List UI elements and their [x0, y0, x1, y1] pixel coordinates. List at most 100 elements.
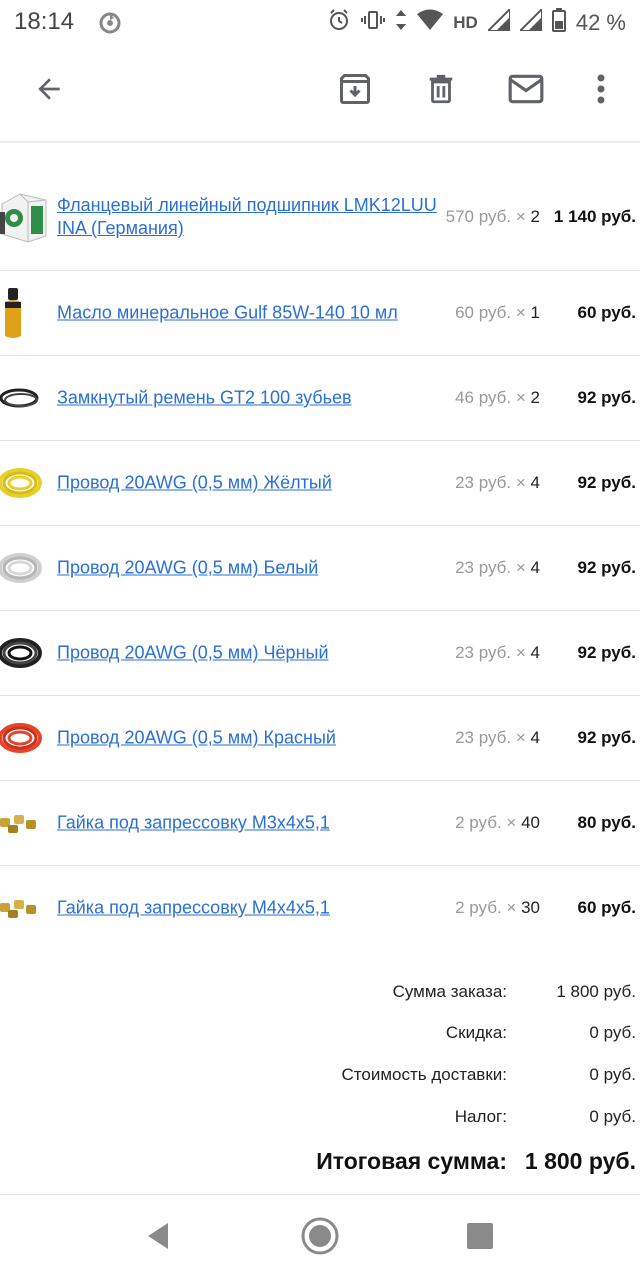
product-thumbnail[interactable]	[0, 881, 48, 935]
nav-recents-button[interactable]	[458, 1216, 502, 1260]
arrow-back-icon	[33, 73, 65, 110]
quantity: 4	[530, 643, 540, 662]
delete-button[interactable]	[416, 66, 466, 116]
unit-price: 23 руб.	[455, 473, 512, 492]
system-nav-bar	[0, 1196, 640, 1280]
quantity: 1	[530, 303, 540, 322]
quantity: 4	[530, 473, 540, 492]
product-thumbnail[interactable]	[0, 541, 48, 595]
list-item: Провод 20AWG (0,5 мм) Белый 23 руб. × 4 …	[0, 526, 640, 611]
more-button[interactable]	[576, 66, 626, 116]
product-thumbnail[interactable]	[0, 626, 48, 680]
subtotal-label: Сумма заказа:	[392, 982, 507, 1001]
product-thumbnail[interactable]	[0, 796, 48, 850]
unit-price: 570 руб.	[445, 207, 512, 226]
discount-value: 0 руб.	[589, 1023, 636, 1042]
unit-price-quantity: 2 руб. × 40	[438, 813, 540, 833]
product-link[interactable]: Фланцевый линейный подшипник LMK12LUU IN…	[57, 194, 437, 240]
times-sign: ×	[515, 473, 526, 492]
grand-total-value: 1 800 руб.	[524, 1148, 636, 1174]
discount-label: Скидка:	[445, 1023, 507, 1042]
quantity: 4	[530, 728, 540, 747]
status-time: 18:14	[14, 8, 75, 35]
toolbar	[0, 44, 640, 143]
times-sign: ×	[506, 898, 517, 917]
product-link[interactable]: Гайка под запрессовку М3х4х5,1	[57, 812, 437, 835]
times-sign: ×	[515, 303, 526, 322]
product-link[interactable]: Провод 20AWG (0,5 мм) Красный	[57, 727, 437, 750]
unit-price-quantity: 2 руб. × 30	[438, 898, 540, 918]
quantity: 30	[521, 898, 540, 917]
shipping-value: 0 руб.	[589, 1065, 636, 1084]
list-item: Гайка под запрессовку М4х4х5,1 2 руб. × …	[0, 866, 640, 950]
product-link[interactable]: Провод 20AWG (0,5 мм) Жёлтый	[57, 472, 437, 495]
line-total: 80 руб.	[577, 813, 636, 832]
product-link[interactable]: Гайка под запрессовку М4х4х5,1	[57, 897, 437, 920]
product-thumbnail[interactable]	[0, 286, 48, 340]
mail-button[interactable]	[501, 66, 551, 116]
unit-price: 2 руб.	[455, 898, 502, 917]
order-items: Фланцевый линейный подшипник LMK12LUU IN…	[0, 164, 640, 950]
archive-button[interactable]	[330, 66, 380, 116]
product-link[interactable]: Масло минеральное Gulf 85W-140 10 мл	[57, 302, 437, 325]
line-total: 92 руб.	[577, 558, 636, 577]
grand-total-row: Итоговая сумма: 1 800 руб.	[0, 1146, 640, 1186]
tax-label: Налог:	[454, 1107, 507, 1126]
product-thumbnail[interactable]	[0, 190, 48, 244]
product-link[interactable]: Провод 20AWG (0,5 мм) Чёрный	[57, 642, 437, 665]
line-total: 92 руб.	[577, 728, 636, 747]
times-sign: ×	[515, 728, 526, 747]
times-sign: ×	[515, 558, 526, 577]
shipping-row: Стоимость доставки: 0 руб.	[0, 1059, 640, 1095]
status-icons: HD 42 %	[327, 6, 626, 38]
product-thumbnail[interactable]	[0, 456, 48, 510]
product-thumbnail[interactable]	[0, 371, 48, 425]
line-total: 92 руб.	[577, 643, 636, 662]
list-item: Замкнутый ремень GT2 100 зубьев 46 руб. …	[0, 356, 640, 441]
grand-total-label: Итоговая сумма:	[316, 1148, 507, 1174]
product-thumbnail[interactable]	[0, 711, 48, 765]
delete-icon	[424, 71, 458, 112]
list-item: Провод 20AWG (0,5 мм) Жёлтый 23 руб. × 4…	[0, 441, 640, 526]
unit-price-quantity: 46 руб. × 2	[438, 388, 540, 408]
unit-price-quantity: 23 руб. × 4	[438, 558, 540, 578]
times-sign: ×	[515, 207, 526, 226]
unit-price-quantity: 23 руб. × 4	[438, 643, 540, 663]
times-sign: ×	[515, 388, 526, 407]
unit-price: 23 руб.	[455, 643, 512, 662]
nav-home-button[interactable]	[298, 1216, 342, 1260]
unit-price: 2 руб.	[455, 813, 502, 832]
unit-price-quantity: 23 руб. × 4	[438, 473, 540, 493]
line-total: 92 руб.	[577, 388, 636, 407]
times-sign: ×	[506, 813, 517, 832]
archive-icon	[337, 71, 373, 112]
product-link[interactable]: Замкнутый ремень GT2 100 зубьев	[57, 387, 437, 410]
status-bar: 18:14 HD 42 %	[0, 0, 640, 44]
list-item: Гайка под запрессовку М3х4х5,1 2 руб. × …	[0, 781, 640, 866]
line-total: 92 руб.	[577, 473, 636, 492]
battery-icon	[551, 8, 566, 38]
quantity: 40	[521, 813, 540, 832]
order-summary: Сумма заказа: 1 800 руб. Скидка: 0 руб. …	[0, 976, 640, 1137]
product-link[interactable]: Провод 20AWG (0,5 мм) Белый	[57, 557, 437, 580]
unit-price-quantity: 23 руб. × 4	[438, 728, 540, 748]
list-item: Провод 20AWG (0,5 мм) Красный 23 руб. × …	[0, 696, 640, 781]
nav-back-button[interactable]	[136, 1216, 180, 1260]
list-item: Провод 20AWG (0,5 мм) Чёрный 23 руб. × 4…	[0, 611, 640, 696]
alarm-icon	[327, 8, 351, 38]
data-arrows-icon	[395, 8, 407, 38]
unit-price-quantity: 570 руб. × 2	[438, 207, 540, 227]
recents-square-icon	[466, 1222, 494, 1255]
divider	[0, 1194, 640, 1195]
line-total: 60 руб.	[577, 303, 636, 322]
shipping-label: Стоимость доставки:	[341, 1065, 507, 1084]
back-triangle-icon	[144, 1221, 172, 1256]
back-button[interactable]	[24, 66, 74, 116]
quantity: 4	[530, 558, 540, 577]
unit-price: 23 руб.	[455, 558, 512, 577]
vibrate-icon	[361, 8, 386, 38]
times-sign: ×	[515, 643, 526, 662]
unit-price-quantity: 60 руб. × 1	[438, 303, 540, 323]
battery-level: 42 %	[575, 10, 626, 35]
tax-row: Налог: 0 руб.	[0, 1101, 640, 1137]
